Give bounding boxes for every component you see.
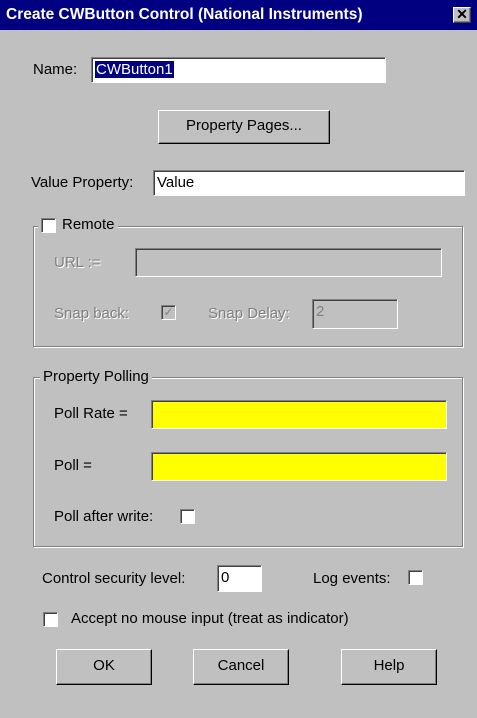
poll-after-write-checkbox[interactable] — [180, 509, 195, 524]
check-icon: ✓ — [163, 305, 174, 319]
property-polling-legend: Property Polling — [40, 368, 152, 386]
name-field[interactable]: CWButton1 — [91, 57, 386, 83]
property-pages-button[interactable]: Property Pages... — [158, 110, 330, 144]
control-security-label: Control security level: — [42, 570, 186, 587]
snap-delay-label: Snap Delay: — [208, 305, 290, 322]
cancel-button[interactable]: Cancel — [193, 649, 289, 685]
window-title: Create CWButton Control (National Instru… — [6, 6, 363, 23]
log-events-label: Log events: — [313, 570, 391, 587]
poll-label: Poll = — [54, 457, 92, 474]
remote-group — [33, 226, 463, 347]
ok-button[interactable]: OK — [56, 649, 152, 685]
remote-label: Remote — [62, 216, 115, 233]
snap-back-checkbox[interactable]: ✓ — [161, 305, 176, 320]
value-property-field[interactable]: Value — [153, 170, 465, 196]
poll-rate-label: Poll Rate = — [54, 405, 128, 422]
help-button[interactable]: Help — [341, 649, 437, 685]
value-property-label: Value Property: — [31, 174, 134, 191]
accept-no-mouse-label: Accept no mouse input (treat as indicato… — [71, 610, 349, 627]
accept-no-mouse-checkbox[interactable] — [43, 612, 58, 627]
title-bar[interactable]: Create CWButton Control (National Instru… — [0, 0, 477, 30]
remote-checkbox[interactable] — [41, 217, 56, 233]
name-label: Name: — [33, 61, 78, 78]
remote-legend: Remote — [38, 216, 118, 234]
url-field[interactable] — [135, 248, 442, 277]
close-button[interactable]: ✕ — [453, 7, 471, 23]
log-events-checkbox[interactable] — [408, 570, 423, 585]
snap-back-label: Snap back: — [54, 305, 130, 322]
url-label: URL := — [54, 254, 101, 271]
poll-after-write-label: Poll after write: — [54, 508, 154, 525]
poll-field[interactable] — [151, 452, 447, 481]
snap-delay-field[interactable]: 2 — [312, 299, 398, 329]
close-icon: ✕ — [456, 6, 468, 22]
control-security-field[interactable]: 0 — [217, 565, 262, 592]
name-value: CWButton1 — [95, 61, 174, 78]
poll-rate-field[interactable] — [151, 400, 447, 429]
